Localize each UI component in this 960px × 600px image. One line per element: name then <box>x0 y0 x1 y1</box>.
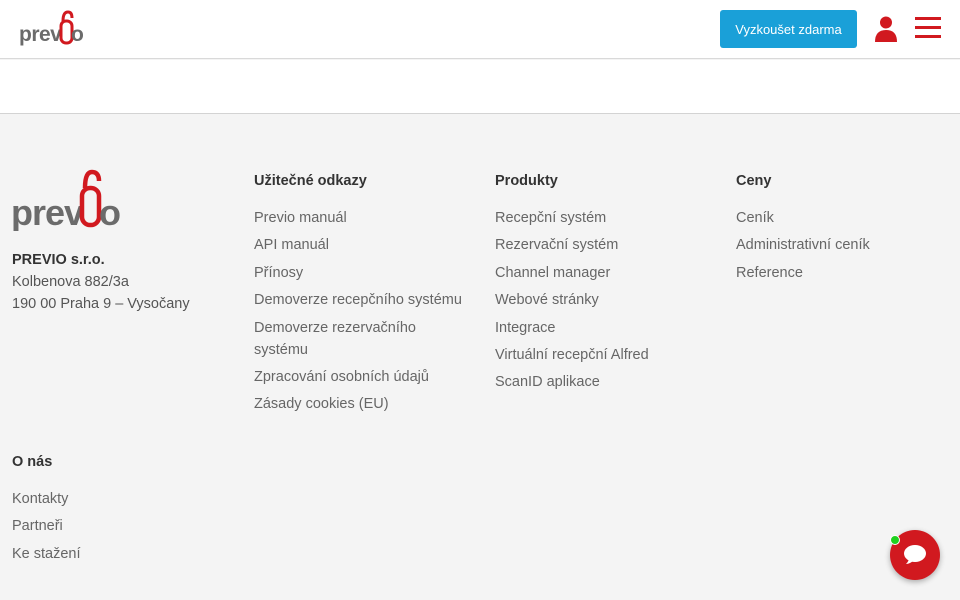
company-city: 190 00 Praha 9 – Vysočany <box>12 296 190 312</box>
products-column: Produkty Recepční systém Rezervační syst… <box>495 171 710 399</box>
previo-footer-logo[interactable]: prev o <box>11 169 125 231</box>
footer-link[interactable]: Virtuální recepční Alfred <box>495 344 710 366</box>
footer-link[interactable]: Partneři <box>12 515 227 537</box>
user-icon[interactable] <box>875 16 897 42</box>
prices-title: Ceny <box>736 173 772 189</box>
online-status-dot <box>890 535 900 545</box>
useful-links-column: Užitečné odkazy Previo manuál API manuál… <box>254 171 469 421</box>
chat-bubble-icon <box>904 545 926 564</box>
footer-link[interactable]: Demoverze rezervačního systému <box>254 317 469 361</box>
footer-link[interactable]: Rezervační systém <box>495 234 710 256</box>
products-title: Produkty <box>495 173 558 189</box>
svg-text:o: o <box>71 23 84 46</box>
footer-link[interactable]: Demoverze recepčního systému <box>254 289 469 311</box>
footer-link[interactable]: Zásady cookies (EU) <box>254 393 469 415</box>
footer-link[interactable]: Channel manager <box>495 262 710 284</box>
prices-column: Ceny Ceník Administrativní ceník Referen… <box>736 171 951 289</box>
svg-text:prev: prev <box>19 23 62 46</box>
company-street: Kolbenova 882/3a <box>12 274 129 290</box>
previo-logo[interactable]: prev o <box>19 10 87 48</box>
footer-link[interactable]: Previo manuál <box>254 207 469 229</box>
footer-link[interactable]: Webové stránky <box>495 289 710 311</box>
footer-link[interactable]: Reference <box>736 262 951 284</box>
company-address: PREVIO s.r.o. Kolbenova 882/3a 190 00 Pr… <box>12 249 190 315</box>
footer-link[interactable]: Integrace <box>495 317 710 339</box>
content-band <box>0 60 960 114</box>
footer-link[interactable]: Administrativní ceník <box>736 234 951 256</box>
footer-link[interactable]: Zpracování osobních údajů <box>254 366 469 388</box>
footer-link[interactable]: Recepční systém <box>495 207 710 229</box>
footer-link[interactable]: Přínosy <box>254 262 469 284</box>
about-title: O nás <box>12 454 53 470</box>
svg-text:o: o <box>99 192 121 231</box>
hamburger-menu-icon[interactable] <box>915 17 941 39</box>
footer-link[interactable]: Kontakty <box>12 488 227 510</box>
footer-link[interactable]: Ke stažení <box>12 543 227 565</box>
site-footer: prev o PREVIO s.r.o. Kolbenova 882/3a 19… <box>0 115 960 600</box>
svg-text:prev: prev <box>11 192 84 231</box>
useful-links-title: Užitečné odkazy <box>254 173 367 189</box>
footer-link[interactable]: ScanID aplikace <box>495 371 710 393</box>
footer-link[interactable]: API manuál <box>254 234 469 256</box>
site-header: prev o Vyzkoušet zdarma <box>0 0 960 59</box>
company-name: PREVIO s.r.o. <box>12 252 105 268</box>
footer-link[interactable]: Ceník <box>736 207 951 229</box>
about-column: O nás Kontakty Partneři Ke stažení <box>12 452 227 570</box>
try-free-button[interactable]: Vyzkoušet zdarma <box>720 10 857 48</box>
